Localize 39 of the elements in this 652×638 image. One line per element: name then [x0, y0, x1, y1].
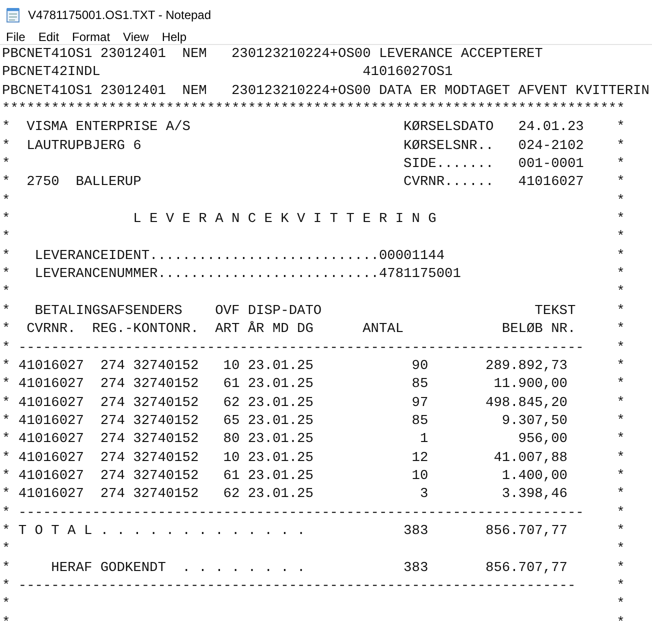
text-line: * LEVERANCEIDENT............................00001144 * [2, 248, 625, 264]
text-line: * SIDE....... 001-0001 * [2, 157, 625, 172]
text-line: * LEVERANCENUMMER...........................4781175001 * [2, 267, 625, 282]
text-line: * 41016027 274 32740152 10 23.01.25 12 41.007,88 * [2, 450, 625, 466]
text-line: PBCNET42INDL 41016027OS1 [2, 65, 453, 80]
text-line: * L E V E R A N C E K V I T T E R I N G * [2, 212, 625, 228]
menu-item[interactable]: Help [158, 30, 192, 44]
text-line: * * [2, 194, 625, 209]
text-line: * CVRNR. REG.-KONTONR. ART ÅR MD DG ANTAL BELØB NR. * [2, 322, 625, 338]
notepad-icon [6, 7, 20, 23]
text-line: PBCNET41OS1 23012401 NEM 230123210224+OS00 DATA ER MODTAGET AFVENT KVITTERIN [2, 84, 650, 99]
text-line: * 41016027 274 32740152 10 23.01.25 90 289.892,73 * [2, 358, 625, 374]
text-line: * 41016027 274 32740152 61 23.01.25 10 1.400,00 * [2, 468, 625, 484]
text-line: * HERAF GODKENDT . . . . . . . . 383 856.707,77 * [2, 560, 625, 576]
text-line: * * [2, 597, 625, 612]
text-line: * 41016027 274 32740152 65 23.01.25 85 9.307,50 * [2, 414, 625, 429]
text-line: * 41016027 274 32740152 62 23.01.25 97 498.845,20 * [2, 396, 625, 411]
menu-item[interactable]: View [120, 30, 154, 44]
text-line: * BETALINGSAFSENDERS OVF DISP-DATO TEKST * [2, 304, 625, 319]
text-line: * 41016027 274 32740152 80 23.01.25 1 956,00 * [2, 432, 625, 448]
text-line: * * [2, 285, 625, 300]
text-line: * -------------------------------------------------------------------- * [2, 578, 625, 594]
text-line: * T O T A L . . . . . . . . . . . . . 383 856.707,77 * [2, 524, 625, 539]
menu-item[interactable]: File [3, 30, 30, 44]
text-line: **************************************************************************** [2, 102, 625, 118]
menu-item[interactable]: Format [69, 30, 116, 44]
text-line: PBCNET41OS1 23012401 NEM 230123210224+OS00 LEVERANCE ACCEPTERET [2, 47, 543, 62]
text-line: * LAUTRUPBJERG 6 KØRSELSNR.. 024-2102 * [2, 138, 625, 154]
window-title: V4781175001.OS1.TXT - Notepad [28, 8, 212, 22]
text-line: * * [2, 542, 625, 558]
text-line: * 41016027 274 32740152 61 23.01.25 85 11.900,00 * [2, 377, 625, 392]
text-line: * --------------------------------------------------------------------- * [2, 506, 625, 521]
text-line: * * [2, 230, 625, 246]
menu-item[interactable]: Edit [35, 30, 64, 44]
text-line: * VISMA ENTERPRISE A/S KØRSELSDATO 24.01.23 * [2, 120, 625, 136]
text-line: * 2750 BALLERUP CVRNR...... 41016027 * [2, 175, 625, 190]
text-line: * * [2, 616, 625, 631]
text-line: * --------------------------------------------------------------------- * [2, 340, 625, 356]
text-line: * 41016027 274 32740152 62 23.01.25 3 3.398,46 * [2, 487, 625, 502]
